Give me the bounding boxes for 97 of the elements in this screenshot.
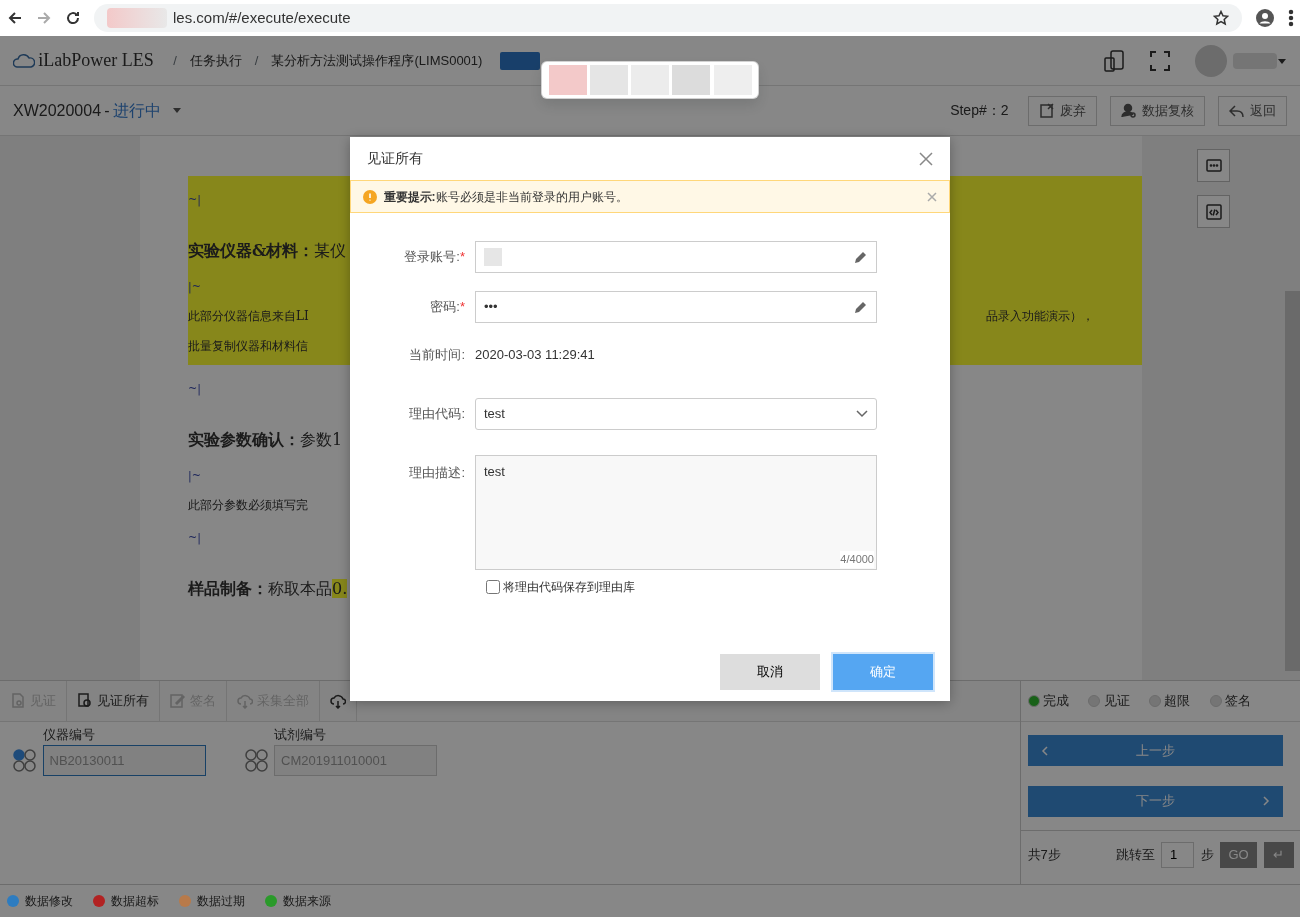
- back-icon[interactable]: [6, 10, 23, 26]
- code-icon: [1205, 203, 1222, 220]
- field-label: 理由描述:: [409, 464, 465, 480]
- status-radio[interactable]: 见证: [1088, 691, 1130, 711]
- address-bar[interactable]: les.com/#/execute/execute: [93, 4, 1242, 32]
- note-text: 品录入功能演示），: [986, 308, 1094, 325]
- required-asterisk: *: [459, 249, 465, 265]
- warning-icon: [363, 189, 377, 204]
- cursor-marker: ~|: [188, 381, 201, 398]
- discard-button[interactable]: 废弃: [1028, 95, 1097, 126]
- note-text: 此部分参数必须填写完: [188, 497, 308, 514]
- reload-icon[interactable]: [64, 10, 81, 26]
- cloud-download-icon: [237, 693, 253, 709]
- code-view-button[interactable]: [1197, 195, 1230, 228]
- redacted-text: [1233, 52, 1277, 69]
- cursor-marker: |~: [188, 467, 201, 484]
- cursor-marker: |~: [188, 278, 201, 295]
- field-label: 当前时间:: [409, 347, 465, 362]
- comment-icon: [1205, 158, 1222, 173]
- section-heading: 实验仪器&材料：某仪: [188, 239, 347, 262]
- legend-label: 数据修改: [25, 893, 73, 910]
- reason-code-select[interactable]: test: [475, 397, 877, 430]
- step-total: 共7步: [1027, 845, 1061, 864]
- document-eye-icon: [77, 693, 93, 709]
- circle-grid-icon[interactable]: [13, 748, 36, 772]
- field-label: 登录账号:: [404, 249, 460, 265]
- step-label: Step#：2: [950, 101, 1009, 120]
- legend-label: 数据来源: [283, 893, 331, 910]
- checkbox-label: 将理由代码保存到理由库: [503, 578, 636, 596]
- highlighted-value: 0.: [332, 578, 348, 598]
- status-radio[interactable]: 签名: [1209, 691, 1251, 711]
- menu-icon[interactable]: [1287, 9, 1294, 27]
- alert-message: 重要提示:账号必须是非当前登录的用户账号。: [383, 188, 629, 206]
- note-text: 此部分仪器信息来自LI: [188, 308, 309, 325]
- fullscreen-icon[interactable]: [1148, 49, 1171, 72]
- cancel-button[interactable]: 取消: [720, 654, 820, 690]
- forward-icon[interactable]: [35, 10, 52, 26]
- redacted-text: [484, 248, 502, 266]
- step-unit: 步: [1200, 845, 1214, 864]
- reason-textarea[interactable]: test 4/4000: [475, 454, 877, 570]
- back-arrow-icon: [1229, 103, 1244, 118]
- section-heading: 实验参数确认：参数1: [188, 428, 343, 451]
- user-search-icon: [1121, 103, 1136, 118]
- url-text: les.com/#/execute/execute: [173, 7, 351, 28]
- comment-button[interactable]: [1197, 149, 1230, 182]
- step-input[interactable]: 1: [1161, 841, 1194, 868]
- witness-all-tool-button[interactable]: 见证所有: [67, 681, 160, 721]
- field-label: 试剂编号: [274, 726, 327, 745]
- profile-icon[interactable]: [1254, 8, 1275, 28]
- review-button[interactable]: 数据复核: [1110, 95, 1205, 126]
- record-id: XW2020004: [13, 100, 102, 121]
- password-field[interactable]: •••: [475, 291, 877, 323]
- field-label: 密码:: [430, 299, 460, 315]
- cursor-marker: ~|: [188, 530, 201, 547]
- redacted-text: [106, 8, 167, 28]
- logo-text: iLabPower LES: [38, 49, 154, 72]
- chevron-down-icon: [856, 409, 868, 418]
- confirm-button[interactable]: 确定: [833, 654, 933, 690]
- chevron-right-icon: [1261, 796, 1270, 806]
- document-icon: [10, 693, 26, 709]
- breadcrumb-item: 某分析方法测试操作程序(LIMS0001): [271, 51, 483, 70]
- cloud-download-icon: [330, 693, 346, 709]
- chevron-left-icon: [1040, 745, 1049, 756]
- sign-icon: [170, 693, 186, 709]
- circle-grid-icon[interactable]: [244, 748, 268, 772]
- required-asterisk: *: [459, 299, 465, 315]
- cursor-marker: ~|: [188, 192, 201, 209]
- note-text: 批量复制仪器和材料信: [188, 338, 308, 355]
- character-counter: 4/4000: [840, 551, 874, 568]
- device-icon[interactable]: [1102, 48, 1125, 73]
- legend-label: 数据过期: [197, 893, 245, 910]
- close-icon[interactable]: [919, 151, 933, 166]
- enter-button[interactable]: ↵: [1263, 841, 1294, 868]
- section-heading: 样品制备：称取本品0.: [188, 577, 348, 600]
- pencil-icon: [854, 300, 868, 314]
- dialog-title: 见证所有: [367, 149, 424, 168]
- pencil-icon: [854, 250, 868, 264]
- discard-icon: [1039, 103, 1054, 118]
- status-radio[interactable]: 超限: [1149, 691, 1191, 711]
- time-value: 2020-03-03 11:29:41: [475, 346, 595, 364]
- dropdown-caret-icon[interactable]: [172, 107, 183, 114]
- account-field[interactable]: [475, 241, 877, 273]
- caret-icon[interactable]: [1277, 56, 1287, 65]
- separator-text: -: [104, 100, 110, 121]
- jump-label: 跳转至: [1115, 845, 1155, 864]
- legend-label: 数据超标: [111, 893, 159, 910]
- breadcrumb-item[interactable]: 任务执行: [189, 50, 242, 71]
- save-checkbox[interactable]: [486, 579, 500, 594]
- bookmark-star-icon[interactable]: [1212, 10, 1229, 26]
- status-radio[interactable]: 完成: [1027, 691, 1069, 711]
- close-icon[interactable]: [927, 191, 937, 202]
- field-label: 仪器编号: [42, 726, 96, 745]
- breadcrumb-separator: /: [254, 51, 259, 70]
- back-button[interactable]: 返回: [1218, 95, 1287, 126]
- field-label: 理由代码:: [409, 405, 465, 421]
- breadcrumb-separator: /: [173, 51, 177, 70]
- status-text: 进行中: [112, 100, 161, 121]
